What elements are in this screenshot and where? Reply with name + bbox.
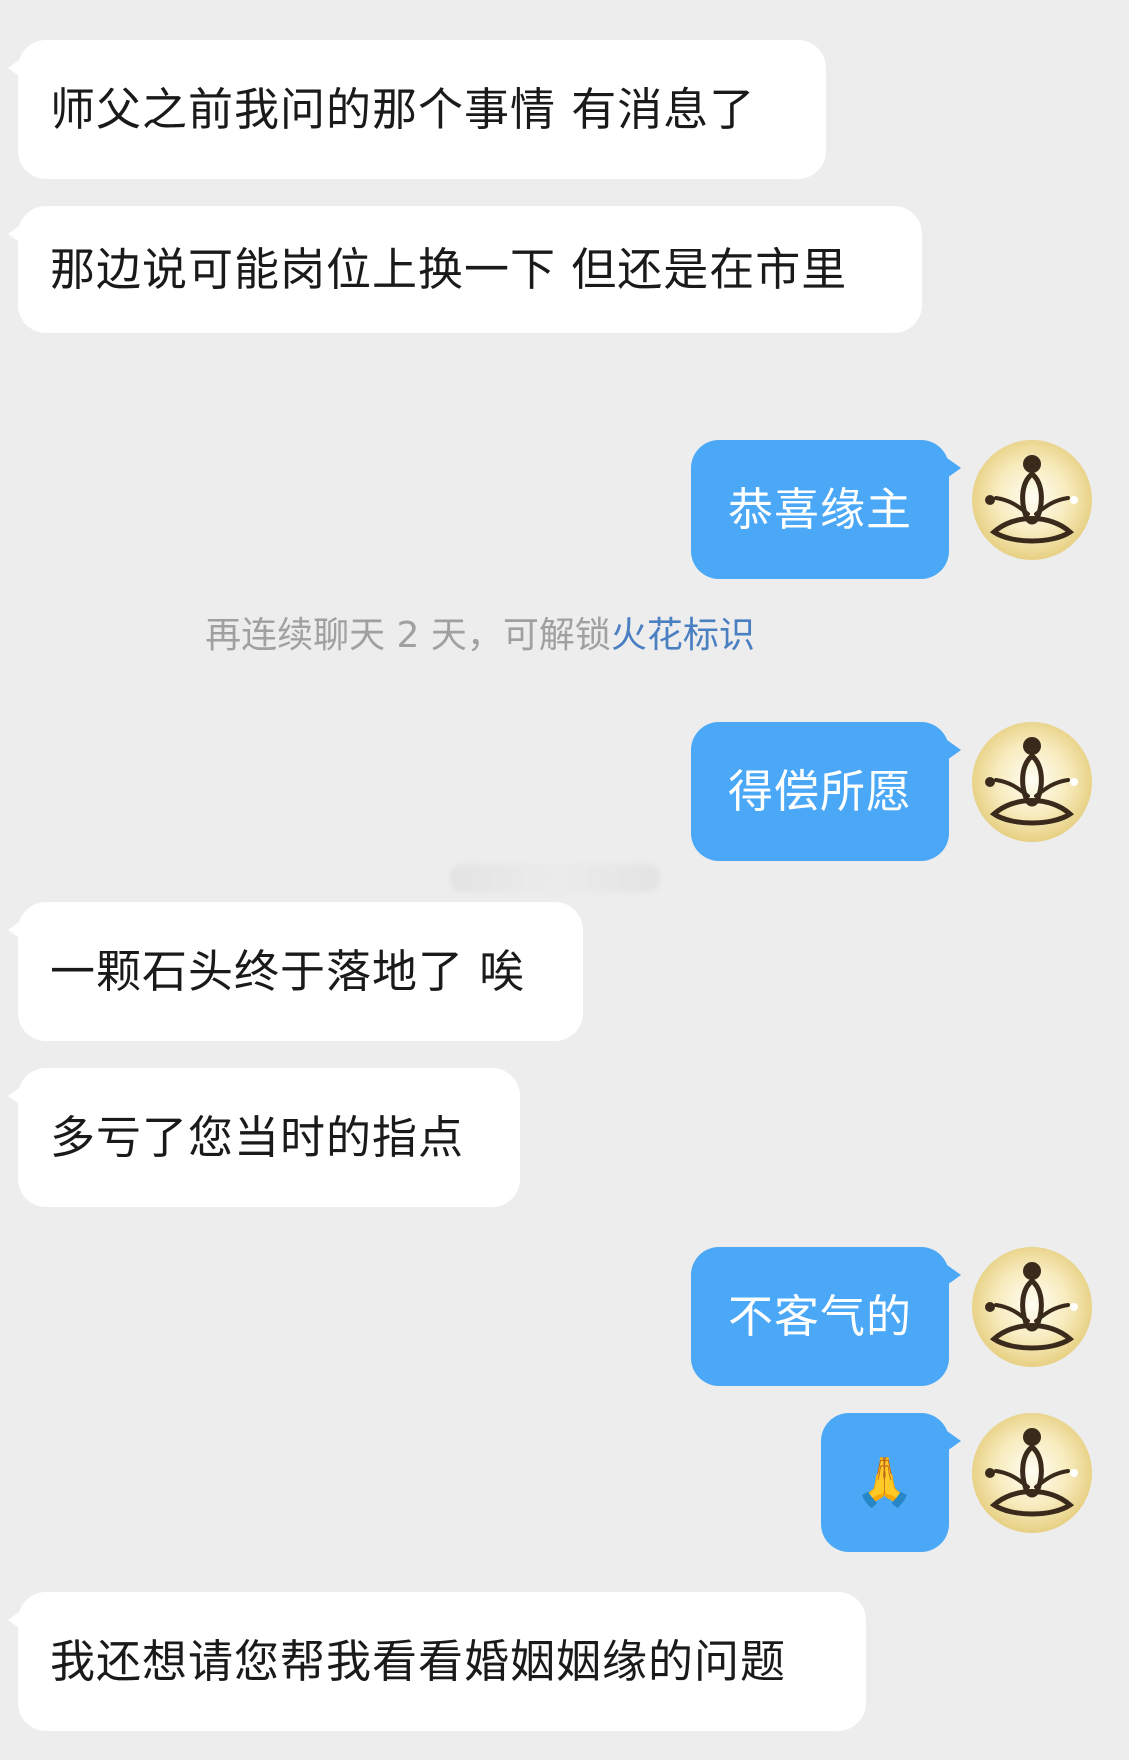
outgoing-message-bubble[interactable]: 不客气的	[691, 1247, 961, 1386]
message-text: 不客气的	[727, 1290, 912, 1343]
message-text: 我还想请您帮我看看婚姻姻缘的问题	[50, 1635, 787, 1688]
spark-badge-link[interactable]: 火花标识	[611, 615, 755, 656]
pray-emoji: 🙏	[854, 1454, 916, 1510]
sender-avatar[interactable]	[972, 440, 1092, 560]
message-text: 多亏了您当时的指点	[50, 1111, 465, 1164]
outgoing-message-bubble[interactable]: 得偿所愿	[691, 722, 961, 861]
incoming-message-bubble[interactable]: 师父之前我问的那个事情 有消息了	[8, 40, 826, 179]
sender-avatar[interactable]	[972, 722, 1092, 842]
notice-text: 再连续聊天 2 天，可解锁	[205, 615, 611, 656]
outgoing-message-bubble[interactable]: 恭喜缘主	[691, 440, 961, 579]
meditation-figure-icon	[985, 1262, 1078, 1351]
streak-notice: 再连续聊天 2 天，可解锁火花标识	[0, 612, 960, 660]
outgoing-message-bubble[interactable]: 🙏	[821, 1413, 961, 1552]
incoming-message-bubble[interactable]: 那边说可能岗位上换一下 但还是在市里	[8, 206, 922, 333]
incoming-message-bubble[interactable]: 我还想请您帮我看看婚姻姻缘的问题	[8, 1592, 866, 1731]
message-text: 师父之前我问的那个事情 有消息了	[50, 83, 756, 136]
meditation-figure-icon	[985, 1428, 1078, 1517]
incoming-message-bubble[interactable]: 多亏了您当时的指点	[8, 1068, 520, 1207]
meditation-figure-icon	[985, 737, 1078, 826]
meditation-figure-icon	[985, 455, 1078, 544]
message-text: 一颗石头终于落地了 唉	[50, 945, 526, 998]
message-text: 恭喜缘主	[727, 483, 912, 536]
sender-avatar[interactable]	[972, 1413, 1092, 1533]
incoming-message-bubble[interactable]: 一颗石头终于落地了 唉	[8, 902, 583, 1041]
message-text: 那边说可能岗位上换一下 但还是在市里	[50, 243, 848, 296]
sender-avatar[interactable]	[972, 1247, 1092, 1367]
message-text: 得偿所愿	[727, 765, 912, 818]
blurred-content	[450, 864, 660, 892]
